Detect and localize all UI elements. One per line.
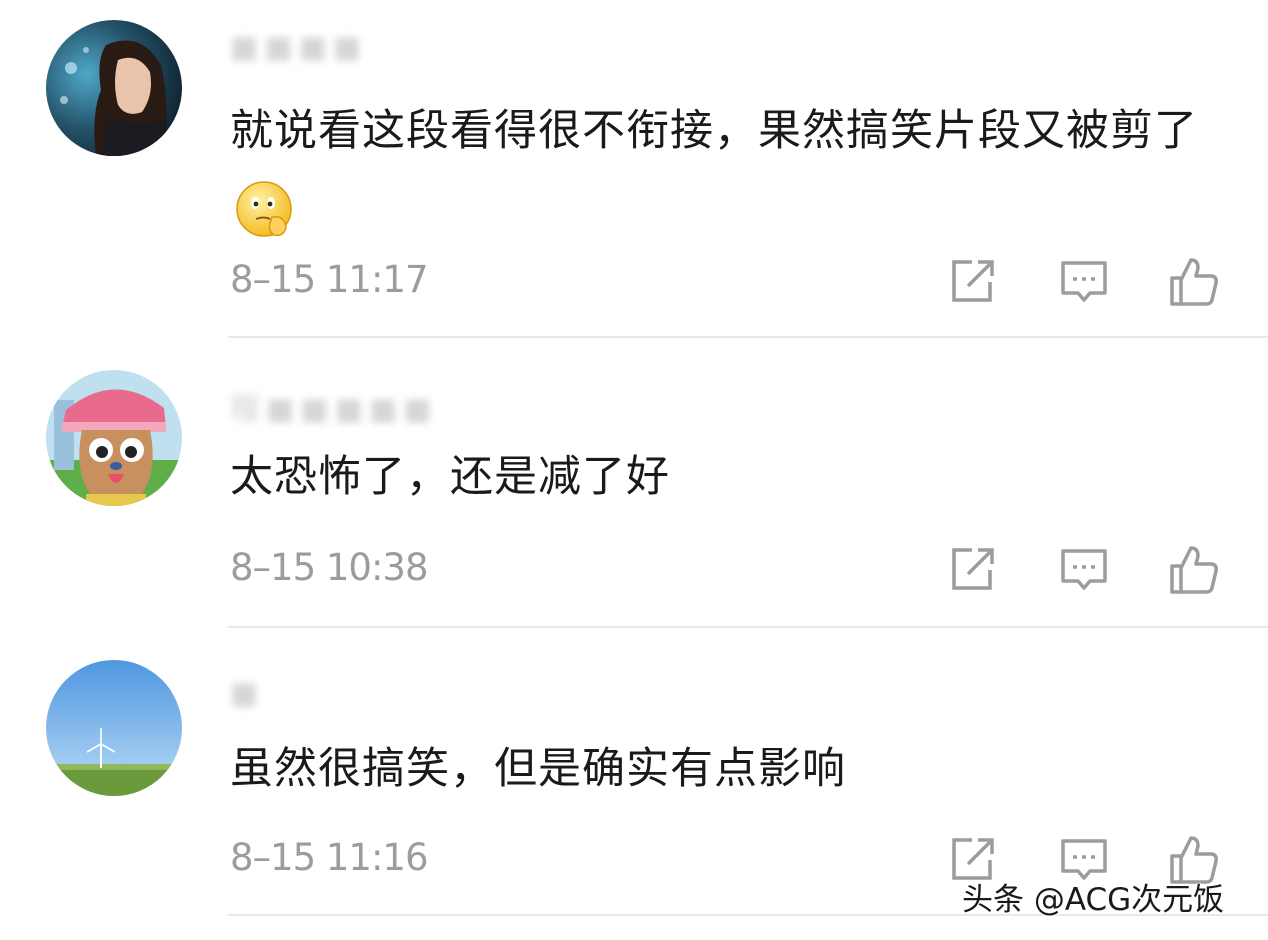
username-blurred[interactable]: 糧■■■■■ [230, 384, 438, 428]
comment-actions [946, 544, 1222, 596]
comment-icon [1061, 261, 1107, 302]
share-icon [952, 260, 994, 302]
thumbs-up-icon [1170, 258, 1218, 306]
comment-text: 太恐怖了，还是减了好 [230, 452, 670, 502]
comment-icon [1061, 549, 1107, 590]
watermark: 头条 @ACG次元饭 [962, 882, 1225, 918]
share-icon [952, 548, 994, 590]
avatar[interactable] [46, 20, 182, 156]
divider [228, 336, 1268, 338]
username-blurred[interactable]: ■ [230, 676, 264, 711]
comment-actions [946, 256, 1222, 308]
reply-button[interactable] [1058, 256, 1110, 308]
comment-timestamp: 8–15 10:38 [230, 546, 429, 589]
share-button[interactable] [946, 544, 998, 596]
comment-text: 虽然很搞笑，但是确实有点影响 [230, 744, 846, 794]
like-button[interactable] [1168, 544, 1220, 596]
thinking-emoji-icon [234, 179, 296, 270]
username-blurred[interactable]: ■■■■ [230, 30, 367, 65]
share-button[interactable] [946, 256, 998, 308]
comment-timestamp: 8–15 11:17 [230, 258, 429, 301]
like-button[interactable] [1168, 256, 1220, 308]
divider [228, 626, 1268, 628]
comment-text-content: 就说看这段看得很不衔接，果然搞笑片段又被剪了 [230, 106, 1198, 156]
avatar[interactable] [46, 370, 182, 506]
comment-timestamp: 8–15 11:16 [230, 836, 429, 879]
thumbs-up-icon [1170, 546, 1218, 594]
comment-text: 就说看这段看得很不衔接，果然搞笑片段又被剪了 [230, 88, 1240, 270]
reply-button[interactable] [1058, 544, 1110, 596]
avatar[interactable] [46, 660, 182, 796]
